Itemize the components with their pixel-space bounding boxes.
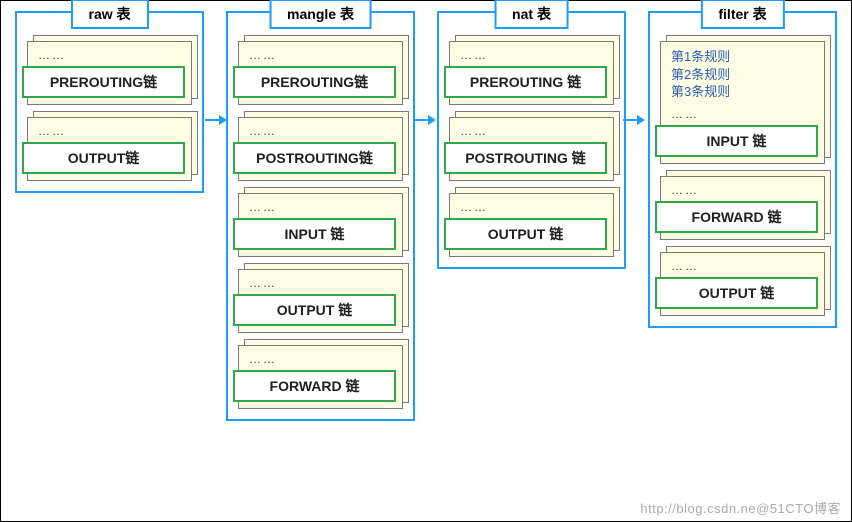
table-title: raw 表 [70,0,148,29]
chain-stack: …… INPUT 链 [238,193,403,257]
table-title: filter 表 [700,0,784,29]
chain-stack: …… PREROUTING链 [27,41,192,105]
ellipsis: …… [671,183,816,197]
ellipsis: …… [38,48,183,62]
chain-label: OUTPUT 链 [655,277,818,309]
chain-card: …… OUTPUT链 [27,117,192,181]
ellipsis: …… [249,124,394,138]
tables-row: raw 表 …… PREROUTING链 …… OUTPUT链 mangle 表 [1,1,851,451]
chain-card: …… FORWARD 链 [660,176,825,240]
ellipsis: …… [249,276,394,290]
ellipsis: …… [249,200,394,214]
rule-line: 第1条规则 [671,48,816,66]
chain-label: FORWARD 链 [233,370,396,402]
ellipsis: …… [460,48,605,62]
rule-list: 第1条规则 第2条规则 第3条规则 [671,48,816,101]
chain-card: …… OUTPUT 链 [238,269,403,333]
table-title: nat 表 [494,0,569,29]
chain-stack: 第1条规则 第2条规则 第3条规则 …… INPUT 链 [660,41,825,164]
chain-label: OUTPUT 链 [233,294,396,326]
chain-card: …… PREROUTING链 [27,41,192,105]
chain-stack: …… PREROUTING链 [238,41,403,105]
chain-stack: …… OUTPUT 链 [238,269,403,333]
chain-label: OUTPUT 链 [444,218,607,250]
chain-stack: …… OUTPUT 链 [449,193,614,257]
chain-stack: …… PREROUTING 链 [449,41,614,105]
diagram-canvas: raw 表 …… PREROUTING链 …… OUTPUT链 mangle 表 [0,0,852,522]
ellipsis: …… [460,124,605,138]
chain-stack: …… POSTROUTING 链 [449,117,614,181]
ellipsis: …… [460,200,605,214]
chain-label: PREROUTING链 [22,66,185,98]
ellipsis: …… [249,48,394,62]
table-title: mangle 表 [269,0,372,29]
watermark-text: http://blog.csdn.ne@51CTO博客 [640,498,841,517]
chain-label: FORWARD 链 [655,201,818,233]
chain-card: …… OUTPUT 链 [449,193,614,257]
chain-stack: …… OUTPUT链 [27,117,192,181]
chain-card: …… FORWARD 链 [238,345,403,409]
chain-card: …… PREROUTING 链 [449,41,614,105]
chain-card: …… OUTPUT 链 [660,252,825,316]
chain-card: 第1条规则 第2条规则 第3条规则 …… INPUT 链 [660,41,825,164]
chain-card: …… POSTROUTING 链 [449,117,614,181]
chain-label: PREROUTING 链 [444,66,607,98]
rule-line: 第2条规则 [671,66,816,84]
chain-card: …… INPUT 链 [238,193,403,257]
chain-label: INPUT 链 [655,125,818,157]
chain-stack: …… OUTPUT 链 [660,252,825,316]
table-raw: raw 表 …… PREROUTING链 …… OUTPUT链 [15,11,204,193]
table-mangle: mangle 表 …… PREROUTING链 …… POSTROUTING链 … [226,11,415,421]
chain-card: …… PREROUTING链 [238,41,403,105]
rule-line: 第3条规则 [671,83,816,101]
chain-stack: …… FORWARD 链 [238,345,403,409]
ellipsis: …… [249,352,394,366]
chain-label: POSTROUTING链 [233,142,396,174]
ellipsis: …… [38,124,183,138]
table-nat: nat 表 …… PREROUTING 链 …… POSTROUTING 链 …… [437,11,626,269]
ellipsis: …… [671,107,816,121]
chain-label: INPUT 链 [233,218,396,250]
ellipsis: …… [671,259,816,273]
chain-label: PREROUTING链 [233,66,396,98]
chain-stack: …… FORWARD 链 [660,176,825,240]
chain-stack: …… POSTROUTING链 [238,117,403,181]
chain-card: …… POSTROUTING链 [238,117,403,181]
chain-label: POSTROUTING 链 [444,142,607,174]
chain-label: OUTPUT链 [22,142,185,174]
table-filter: filter 表 第1条规则 第2条规则 第3条规则 …… INPUT 链 …… [648,11,837,328]
